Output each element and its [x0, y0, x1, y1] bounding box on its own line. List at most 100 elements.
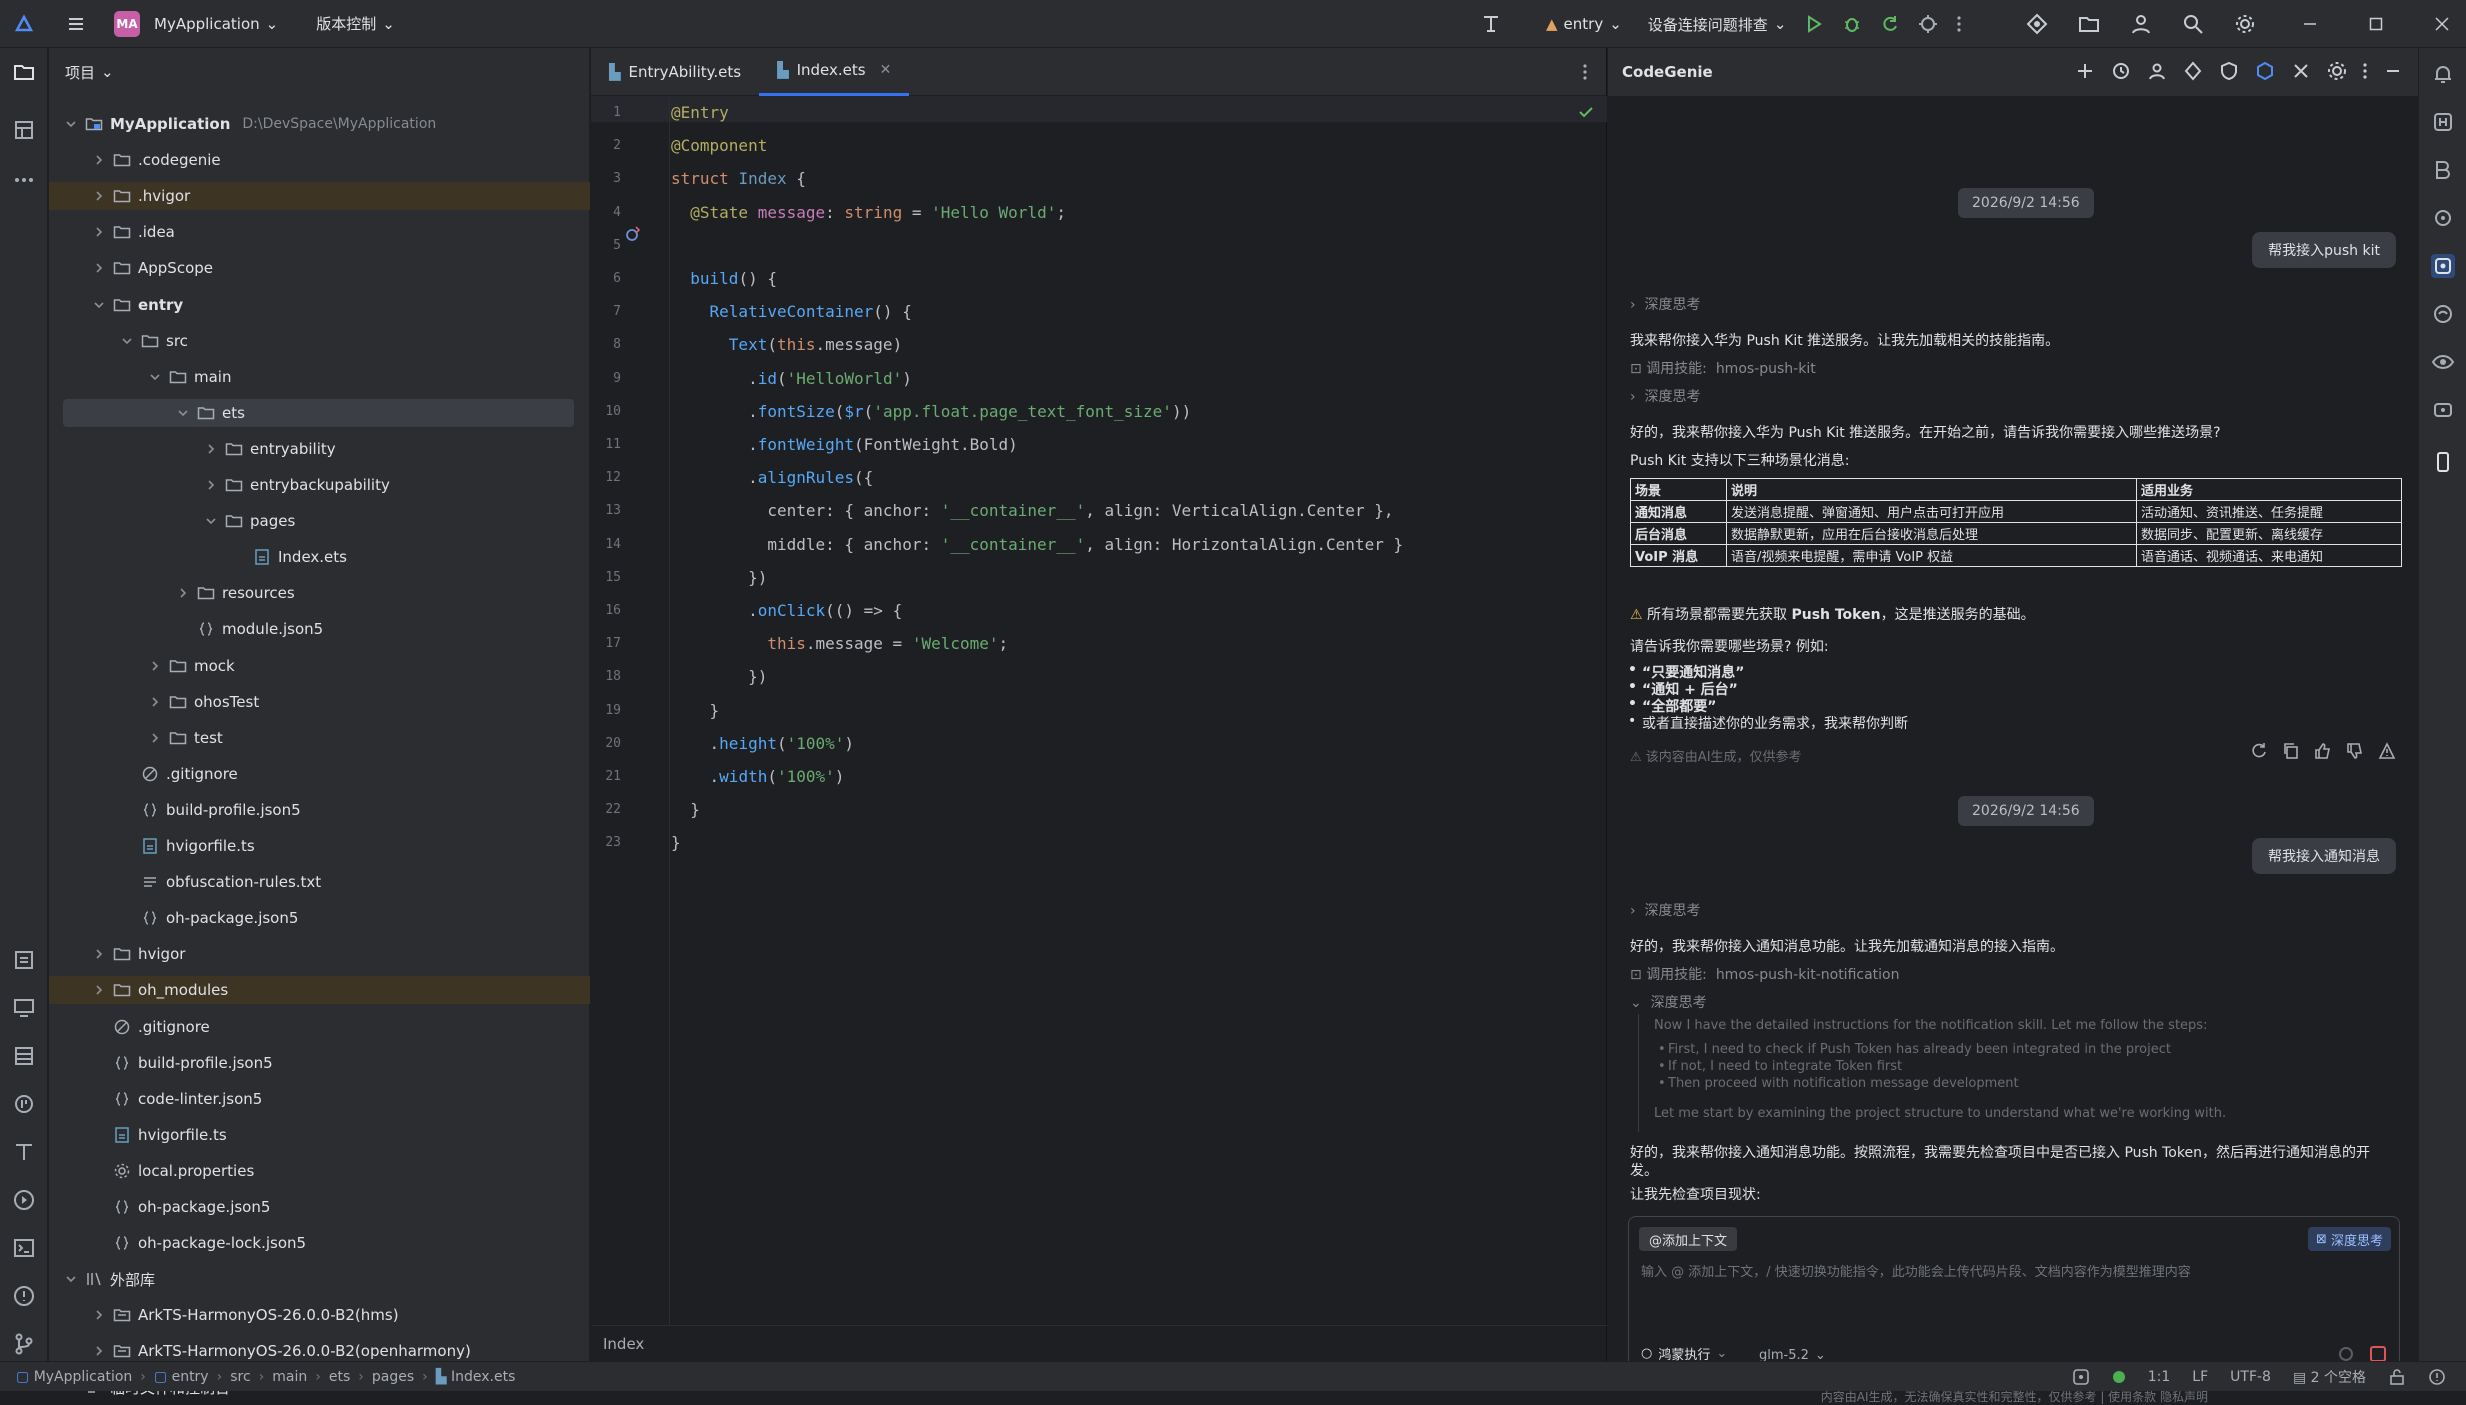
chevron-down-icon[interactable]: [147, 369, 163, 385]
line-separator[interactable]: LF: [2192, 1369, 2208, 1385]
plugin-icon[interactable]: [2431, 206, 2455, 230]
breadcrumb-item[interactable]: ▢ MyApplication: [16, 1369, 132, 1385]
indent-setting[interactable]: ▤ 2 个空格: [2293, 1367, 2366, 1387]
chevron-right-icon[interactable]: [91, 152, 107, 168]
account-icon[interactable]: [2130, 13, 2152, 35]
tree-item[interactable]: ets: [63, 398, 574, 427]
tree-item[interactable]: hvigorfile.ts: [49, 1121, 590, 1149]
tree-item[interactable]: entry: [49, 291, 590, 319]
chevron-down-icon[interactable]: [175, 405, 191, 421]
device-select[interactable]: 设备连接问题排查 ⌄: [1648, 14, 1787, 35]
chevron-right-icon[interactable]: [203, 441, 219, 457]
tree-item[interactable]: oh-package.json5: [49, 904, 590, 932]
tab-options-icon[interactable]: [1582, 62, 1588, 82]
deep-think-toggle[interactable]: › 深度思考: [1630, 294, 1701, 314]
codegenie-tool-icon[interactable]: [2431, 254, 2455, 278]
close-tab-icon[interactable]: ✕: [880, 62, 892, 78]
chevron-down-icon[interactable]: [63, 1271, 79, 1287]
history-icon[interactable]: [2110, 60, 2132, 82]
git-icon[interactable]: [12, 1332, 36, 1356]
shield-icon[interactable]: [2218, 60, 2240, 82]
device-log-icon[interactable]: [12, 996, 36, 1020]
thumbs-down-icon[interactable]: [2346, 742, 2364, 760]
device-manager-icon[interactable]: [2026, 13, 2048, 35]
caret-position[interactable]: 1:1: [2148, 1369, 2171, 1385]
project-view-icon[interactable]: [12, 60, 36, 84]
tree-item[interactable]: build-profile.json5: [49, 796, 590, 824]
server-status-icon[interactable]: [2112, 1370, 2126, 1384]
tools-icon[interactable]: [2290, 60, 2312, 82]
readonly-toggle-icon[interactable]: [2388, 1368, 2406, 1386]
add-context-button[interactable]: @添加上下文: [1639, 1227, 1738, 1251]
tree-item[interactable]: resources: [49, 579, 590, 607]
maximize-icon[interactable]: [2368, 16, 2384, 32]
tree-item[interactable]: local.properties: [49, 1157, 590, 1185]
tree-item[interactable]: hvigor: [49, 940, 590, 968]
harmony-icon[interactable]: [2431, 110, 2455, 134]
settings-icon[interactable]: [2326, 60, 2348, 82]
folder-icon[interactable]: [2078, 13, 2100, 35]
editor-scope-label[interactable]: Index: [603, 1335, 644, 1353]
tree-item[interactable]: .gitignore: [49, 1013, 590, 1041]
deep-think-toggle-open[interactable]: ⌄ 深度思考: [1630, 992, 1707, 1012]
file-encoding[interactable]: UTF-8: [2230, 1369, 2271, 1385]
breadcrumb-item[interactable]: src: [230, 1369, 250, 1385]
notifications-icon[interactable]: [2431, 62, 2455, 86]
tree-item[interactable]: 外部库: [49, 1265, 590, 1293]
tree-item[interactable]: .codegenie: [49, 146, 590, 174]
tree-item[interactable]: entrybackupability: [49, 471, 590, 499]
tree-item[interactable]: test: [49, 724, 590, 752]
chevron-right-icon[interactable]: [91, 260, 107, 276]
run-config-select[interactable]: ▲ entry ⌄: [1546, 15, 1622, 33]
chevron-right-icon[interactable]: [91, 1343, 107, 1359]
device-preview-icon[interactable]: [2431, 450, 2455, 474]
chevron-right-icon[interactable]: [175, 585, 191, 601]
chevron-right-icon[interactable]: [91, 224, 107, 240]
reload-icon[interactable]: [1880, 14, 1900, 34]
chevron-right-icon[interactable]: [91, 946, 107, 962]
thumbs-up-icon[interactable]: [2314, 742, 2332, 760]
chevron-right-icon[interactable]: [91, 982, 107, 998]
search-icon[interactable]: [2182, 13, 2204, 35]
tree-item[interactable]: pages: [49, 507, 590, 535]
problems-icon[interactable]: [12, 1284, 36, 1308]
deep-think-toggle[interactable]: › 深度思考: [1630, 900, 1701, 920]
tree-item[interactable]: .gitignore: [49, 760, 590, 788]
inspector-icon[interactable]: [2431, 398, 2455, 422]
skills-icon[interactable]: [2182, 60, 2204, 82]
debug-icon[interactable]: [1842, 14, 1862, 34]
tree-item[interactable]: .hvigor: [49, 182, 590, 211]
breadcrumb-item[interactable]: pages: [372, 1369, 414, 1385]
tree-item[interactable]: hvigorfile.ts: [49, 832, 590, 860]
profiler-icon[interactable]: [1918, 14, 1938, 34]
run-icon[interactable]: [1804, 14, 1824, 34]
override-marker-icon[interactable]: [625, 226, 641, 242]
tree-item[interactable]: module.json5: [49, 615, 590, 643]
regenerate-icon[interactable]: [2250, 742, 2268, 760]
tree-item[interactable]: Index.ets: [49, 543, 590, 571]
tree-item[interactable]: MyApplication D:\DevSpace\MyApplication: [49, 110, 590, 138]
chevron-down-icon[interactable]: [119, 333, 135, 349]
minimize-icon[interactable]: [2302, 16, 2318, 32]
chevron-right-icon[interactable]: [91, 188, 107, 204]
cube-icon[interactable]: [2254, 60, 2276, 82]
breadcrumb-item[interactable]: ▙ Index.ets: [436, 1369, 516, 1385]
gear-icon[interactable]: [2234, 13, 2256, 35]
tree-item[interactable]: main: [49, 363, 590, 391]
tab-index[interactable]: ▙ Index.ets ✕: [759, 48, 910, 96]
vcs-menu[interactable]: 版本控制 ⌄: [316, 13, 395, 34]
terminal-icon[interactable]: [12, 1236, 36, 1260]
chevron-right-icon[interactable]: [91, 1307, 107, 1323]
b-tool-icon[interactable]: [2431, 158, 2455, 182]
copy-icon[interactable]: [2282, 742, 2300, 760]
hide-panel-icon[interactable]: [2382, 60, 2404, 82]
more-actions-icon[interactable]: [1956, 14, 1962, 34]
chevron-down-icon[interactable]: [63, 116, 79, 132]
more-tools-icon[interactable]: [12, 168, 36, 192]
tree-item[interactable]: obfuscation-rules.txt: [49, 868, 590, 896]
breadcrumb-item[interactable]: ▢ entry: [154, 1369, 209, 1385]
project-panel-header[interactable]: 项目 ⌄: [49, 48, 589, 96]
chevron-down-icon[interactable]: [203, 513, 219, 529]
tree-item[interactable]: mock: [49, 652, 590, 680]
todo-icon[interactable]: [12, 948, 36, 972]
